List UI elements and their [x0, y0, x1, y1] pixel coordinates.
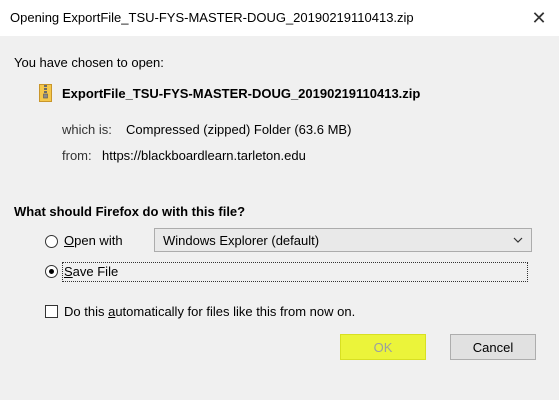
chevron-down-icon: [513, 237, 523, 243]
which-is-label: which is:: [62, 122, 112, 137]
close-button[interactable]: ✕: [525, 4, 553, 32]
file-type: Compressed (zipped) Folder (63.6 MB): [126, 122, 352, 137]
zip-file-icon: [39, 84, 52, 102]
dialog-body: You have chosen to open: ExportFile_TSU-…: [0, 36, 559, 400]
auto-label[interactable]: Do this automatically for files like thi…: [64, 304, 355, 319]
save-file-focus-outline[interactable]: [62, 262, 528, 282]
title-bar: Opening ExportFile_TSU-FYS-MASTER-DOUG_2…: [0, 0, 559, 36]
intro-text: You have chosen to open:: [14, 55, 164, 70]
open-with-app-value: Windows Explorer (default): [163, 233, 320, 248]
file-source: https://blackboardlearn.tarleton.edu: [102, 148, 306, 163]
save-file-mnemonic: S: [64, 264, 73, 279]
file-name: ExportFile_TSU-FYS-MASTER-DOUG_201902191…: [62, 86, 421, 101]
action-question: What should Firefox do with this file?: [14, 204, 246, 219]
auto-label-after: utomatically for files like this from no…: [115, 304, 356, 319]
cancel-button[interactable]: Cancel: [450, 334, 536, 360]
save-file-radio[interactable]: [45, 265, 58, 278]
from-label: from:: [62, 148, 92, 163]
auto-label-before: Do this: [64, 304, 109, 319]
close-icon[interactable]: ✕: [531, 8, 546, 29]
ok-button[interactable]: OK: [340, 334, 426, 360]
open-with-rest: pen with: [74, 233, 123, 248]
window-title: Opening ExportFile_TSU-FYS-MASTER-DOUG_2…: [10, 10, 414, 25]
save-file-rest: ave File: [72, 264, 119, 279]
open-with-app-select[interactable]: Windows Explorer (default): [154, 228, 532, 252]
open-with-radio[interactable]: [45, 235, 58, 248]
open-with-mnemonic: O: [64, 233, 75, 248]
open-with-label[interactable]: Open with: [64, 233, 123, 248]
auto-checkbox[interactable]: [45, 305, 58, 318]
save-file-label[interactable]: Save File: [64, 264, 118, 279]
